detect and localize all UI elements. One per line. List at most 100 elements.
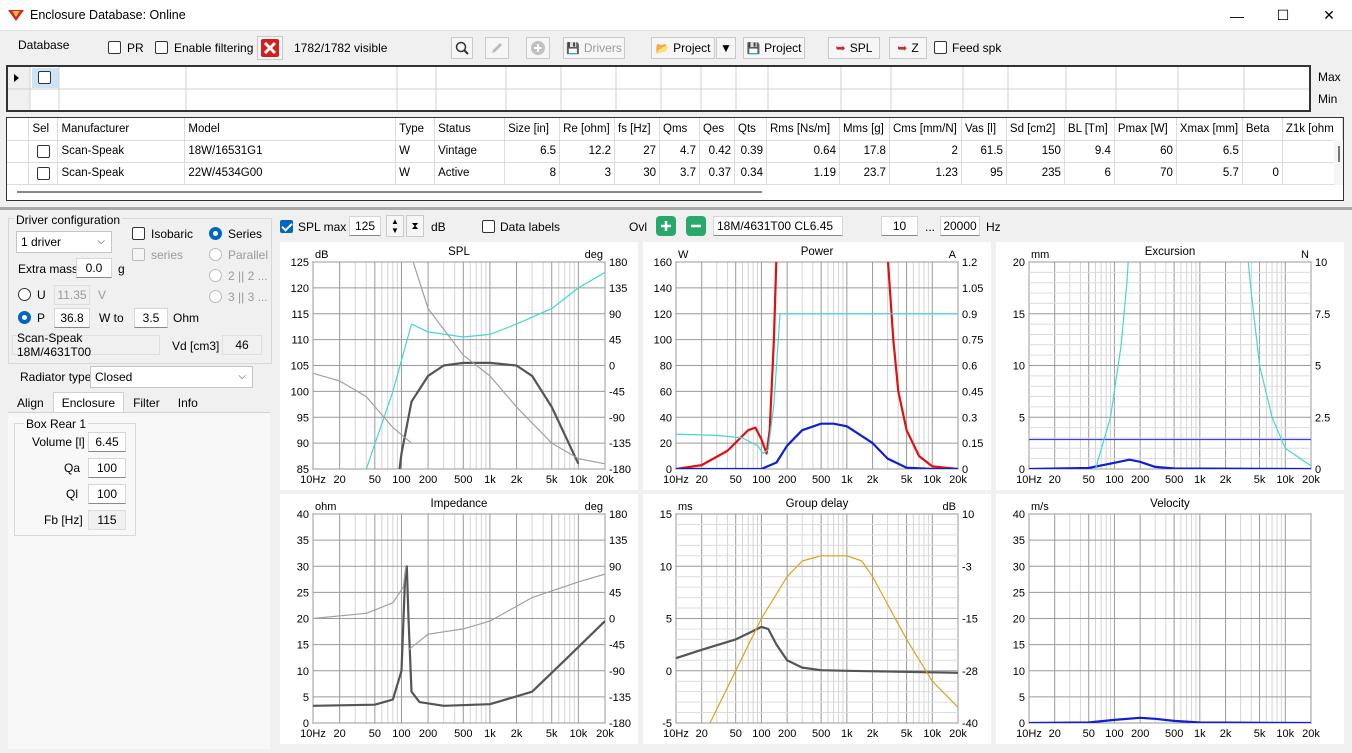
row-select-cell[interactable]	[28, 162, 59, 185]
impedance-input[interactable]: 3.5	[134, 308, 168, 328]
table-cell[interactable]	[1242, 140, 1283, 163]
table-cell[interactable]: 3	[559, 162, 616, 185]
column-header[interactable]: Vas [l]	[961, 118, 1007, 141]
table-cell[interactable]: 150	[1006, 140, 1065, 163]
extra-mass-input[interactable]: 0.0	[76, 258, 112, 278]
filter-select-checkbox[interactable]	[38, 71, 51, 84]
table-cell[interactable]: 60	[1114, 140, 1177, 163]
search-button[interactable]	[451, 37, 473, 59]
table-cell[interactable]: 1.23	[889, 162, 962, 185]
clear-filter-button[interactable]	[257, 36, 283, 60]
table-cell[interactable]: 235	[1006, 162, 1065, 185]
data-labels-checkbox[interactable]	[482, 220, 495, 233]
power-input[interactable]: 36.8	[54, 308, 90, 328]
volume-input[interactable]: 6.45	[88, 432, 126, 452]
column-header[interactable]: Cms [mm/N]	[889, 118, 962, 141]
feed-spk-checkbox[interactable]	[934, 41, 947, 54]
table-row[interactable]: Scan-Speak 22W/4534G00 W Active 8 3 30 3.7 0.37 0…	[7, 162, 1343, 185]
column-header[interactable]: Beta	[1242, 118, 1283, 141]
table-row[interactable]: Scan-Speak 18W/16531G1 W Vintage 6.5 12.2 27 4.…	[7, 140, 1343, 163]
voltage-input[interactable]: 11.35	[54, 285, 90, 305]
table-cell[interactable]: 5.7	[1176, 162, 1243, 185]
export-spl-button[interactable]: ➥ SPL	[828, 37, 880, 59]
close-window-button[interactable]: ✕	[1306, 0, 1352, 31]
project-dropdown-button[interactable]: ▼	[716, 37, 736, 59]
column-header[interactable]: Sd [cm2]	[1006, 118, 1065, 141]
power-radio[interactable]	[18, 311, 31, 324]
save-project-button[interactable]: 💾 Project	[743, 37, 805, 59]
table-cell[interactable]: Scan-Speak	[57, 140, 186, 163]
table-horizontal-scrollbar[interactable]	[7, 185, 1334, 200]
parallel-3-radio[interactable]	[209, 290, 222, 303]
column-header[interactable]: Mms [g]	[839, 118, 890, 141]
table-cell[interactable]: 61.5	[961, 140, 1007, 163]
table-vertical-scrollbar[interactable]	[1334, 140, 1343, 185]
maximize-button[interactable]: ☐	[1260, 0, 1306, 31]
table-cell[interactable]: 70	[1114, 162, 1177, 185]
hscrollbar-thumb[interactable]	[17, 191, 762, 193]
qa-input[interactable]: 100	[88, 458, 126, 478]
radiator-type-select[interactable]: Closed ⌵	[90, 366, 253, 388]
column-header[interactable]: Rms [Ns/m]	[766, 118, 840, 141]
freq-low-input[interactable]: 10	[881, 216, 918, 236]
column-header[interactable]: Manufacturer	[57, 118, 186, 141]
table-cell[interactable]: 22W/4534G00	[184, 162, 397, 185]
table-cell[interactable]: 4.7	[659, 140, 701, 163]
column-header[interactable]: Pmax [W]	[1114, 118, 1177, 141]
tab-info[interactable]: Info	[169, 392, 207, 412]
parallel-radio[interactable]	[209, 248, 222, 261]
column-header[interactable]: Qts	[734, 118, 767, 141]
splitter[interactable]	[0, 207, 1352, 210]
edit-button[interactable]	[485, 37, 509, 59]
table-cell[interactable]: 17.8	[839, 140, 890, 163]
table-cell[interactable]: 30	[614, 162, 661, 185]
table-cell[interactable]: Vintage	[434, 140, 506, 163]
table-cell[interactable]: 2	[889, 140, 962, 163]
tab-filter[interactable]: Filter	[124, 392, 169, 412]
scrollbar-thumb[interactable]	[1338, 146, 1340, 162]
table-cell[interactable]: 95	[961, 162, 1007, 185]
add-button[interactable]	[526, 37, 550, 59]
auto-scale-button[interactable]: ⧗	[406, 215, 424, 237]
table-cell[interactable]: 9.4	[1064, 140, 1115, 163]
row-header-cell[interactable]	[7, 162, 30, 185]
tab-align[interactable]: Align	[8, 392, 53, 412]
overlay-name-input[interactable]: 18M/4631T00 CL6.45	[713, 216, 843, 236]
column-header[interactable]: Qes	[699, 118, 735, 141]
row-select-checkbox[interactable]	[37, 166, 51, 180]
enable-filtering-checkbox[interactable]	[155, 41, 168, 54]
isobaric-checkbox[interactable]	[132, 227, 145, 240]
drivers-button[interactable]: 💾 Drivers	[563, 37, 625, 59]
column-header[interactable]: Re [ohm]	[559, 118, 616, 141]
freq-high-input[interactable]: 20000	[940, 216, 980, 236]
table-cell[interactable]: 6.5	[1176, 140, 1243, 163]
table-cell[interactable]: Active	[434, 162, 506, 185]
table-cell[interactable]: 0.37	[699, 162, 735, 185]
table-cell[interactable]: 0.42	[699, 140, 735, 163]
add-overlay-icon[interactable]	[656, 216, 676, 236]
column-header[interactable]: Size [in]	[504, 118, 561, 141]
spl-max-spinner[interactable]: ▲ ▼	[386, 215, 404, 237]
column-header[interactable]: Model	[184, 118, 397, 141]
column-header[interactable]: Xmax [mm]	[1176, 118, 1243, 141]
minimize-button[interactable]: —	[1214, 0, 1260, 31]
remove-overlay-icon[interactable]	[686, 216, 706, 236]
table-cell[interactable]: 0.64	[766, 140, 840, 163]
table-cell[interactable]: Scan-Speak	[57, 162, 186, 185]
row-header-cell[interactable]	[7, 140, 30, 163]
ql-input[interactable]: 100	[88, 484, 126, 504]
column-header[interactable]: Sel	[28, 118, 59, 141]
voltage-radio[interactable]	[18, 288, 31, 301]
table-cell[interactable]: 0.39	[734, 140, 767, 163]
table-cell[interactable]: 0	[1242, 162, 1283, 185]
driver-count-select[interactable]: 1 driver ⌵	[16, 231, 112, 253]
row-select-cell[interactable]	[28, 140, 59, 163]
spl-max-input[interactable]: 125	[349, 216, 381, 236]
table-cell[interactable]: 8	[504, 162, 561, 185]
column-header[interactable]: BL [Tm]	[1064, 118, 1115, 141]
table-cell[interactable]: 6.5	[504, 140, 561, 163]
table-cell[interactable]: 1.19	[766, 162, 840, 185]
row-select-checkbox[interactable]	[37, 144, 51, 158]
column-header[interactable]: fs [Hz]	[614, 118, 661, 141]
tab-enclosure[interactable]: Enclosure	[52, 392, 125, 412]
